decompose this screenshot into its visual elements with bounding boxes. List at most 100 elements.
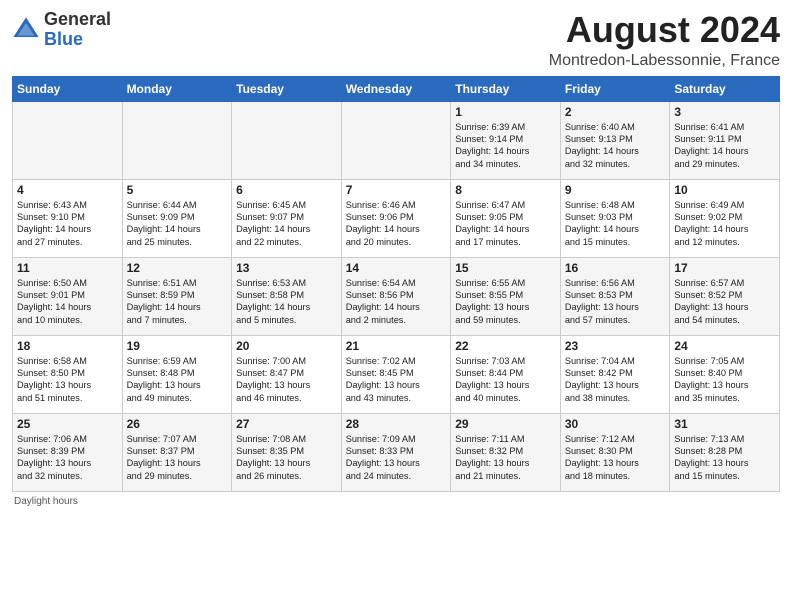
day-info: Sunrise: 7:06 AM Sunset: 8:39 PM Dayligh… bbox=[17, 433, 118, 483]
calendar-title: August 2024 bbox=[549, 10, 780, 50]
calendar-cell: 19 Sunrise: 6:59 AM Sunset: 8:48 PM Dayli… bbox=[122, 335, 232, 413]
calendar-week-4: 18Sunrise: 6:58 AM Sunset: 8:50 PM Dayli… bbox=[13, 335, 780, 413]
day-number: 3 bbox=[674, 105, 775, 119]
calendar-table: Sunday Monday Tuesday Wednesday Thursday… bbox=[12, 76, 780, 492]
calendar-cell bbox=[122, 101, 232, 179]
calendar-cell: 2 Sunrise: 6:40 AM Sunset: 9:13 PM Daylig… bbox=[560, 101, 670, 179]
calendar-cell: 25 Sunrise: 7:06 AM Sunset: 8:39 PM Dayli… bbox=[13, 413, 123, 491]
day-info: Sunrise: 6:46 AM Sunset: 9:06 PM Dayligh… bbox=[346, 199, 447, 249]
day-number: 9 bbox=[565, 183, 666, 197]
col-sunday: Sunday bbox=[13, 76, 123, 101]
col-wednesday: Wednesday bbox=[341, 76, 451, 101]
day-info: Sunrise: 6:56 AM Sunset: 8:53 PM Dayligh… bbox=[565, 277, 666, 327]
title-block: August 2024 Montredon-Labessonnie, Franc… bbox=[549, 10, 780, 70]
day-info: Sunrise: 7:12 AM Sunset: 8:30 PM Dayligh… bbox=[565, 433, 666, 483]
calendar-cell: 1Sunrise: 6:39 AM Sunset: 9:14 PM Daylig… bbox=[451, 101, 561, 179]
day-number: 29 bbox=[455, 417, 556, 431]
day-info: Sunrise: 7:02 AM Sunset: 8:45 PM Dayligh… bbox=[346, 355, 447, 405]
calendar-cell bbox=[13, 101, 123, 179]
day-info: Sunrise: 7:13 AM Sunset: 8:28 PM Dayligh… bbox=[674, 433, 775, 483]
day-info: Sunrise: 6:58 AM Sunset: 8:50 PM Dayligh… bbox=[17, 355, 118, 405]
calendar-cell: 23 Sunrise: 7:04 AM Sunset: 8:42 PM Dayli… bbox=[560, 335, 670, 413]
day-number: 11 bbox=[17, 261, 118, 275]
logo-blue-text: Blue bbox=[44, 29, 83, 49]
day-number: 31 bbox=[674, 417, 775, 431]
day-info: Sunrise: 6:59 AM Sunset: 8:48 PM Dayligh… bbox=[127, 355, 228, 405]
calendar-cell: 28 Sunrise: 7:09 AM Sunset: 8:33 PM Dayli… bbox=[341, 413, 451, 491]
calendar-week-2: 4 Sunrise: 6:43 AM Sunset: 9:10 PM Daylig… bbox=[13, 179, 780, 257]
footer-note: Daylight hours bbox=[12, 496, 780, 507]
day-info: Sunrise: 7:11 AM Sunset: 8:32 PM Dayligh… bbox=[455, 433, 556, 483]
calendar-cell: 24Sunrise: 7:05 AM Sunset: 8:40 PM Dayli… bbox=[670, 335, 780, 413]
calendar-cell: 12 Sunrise: 6:51 AM Sunset: 8:59 PM Dayli… bbox=[122, 257, 232, 335]
col-saturday: Saturday bbox=[670, 76, 780, 101]
calendar-cell: 17Sunrise: 6:57 AM Sunset: 8:52 PM Dayli… bbox=[670, 257, 780, 335]
day-number: 28 bbox=[346, 417, 447, 431]
calendar-header-row: Sunday Monday Tuesday Wednesday Thursday… bbox=[13, 76, 780, 101]
day-info: Sunrise: 6:51 AM Sunset: 8:59 PM Dayligh… bbox=[127, 277, 228, 327]
day-info: Sunrise: 6:45 AM Sunset: 9:07 PM Dayligh… bbox=[236, 199, 337, 249]
day-info: Sunrise: 7:09 AM Sunset: 8:33 PM Dayligh… bbox=[346, 433, 447, 483]
col-thursday: Thursday bbox=[451, 76, 561, 101]
day-info: Sunrise: 6:40 AM Sunset: 9:13 PM Dayligh… bbox=[565, 121, 666, 171]
col-tuesday: Tuesday bbox=[232, 76, 342, 101]
col-friday: Friday bbox=[560, 76, 670, 101]
logo-general: General bbox=[44, 9, 111, 29]
day-info: Sunrise: 6:49 AM Sunset: 9:02 PM Dayligh… bbox=[674, 199, 775, 249]
day-info: Sunrise: 6:44 AM Sunset: 9:09 PM Dayligh… bbox=[127, 199, 228, 249]
day-info: Sunrise: 6:50 AM Sunset: 9:01 PM Dayligh… bbox=[17, 277, 118, 327]
day-number: 6 bbox=[236, 183, 337, 197]
calendar-cell: 29 Sunrise: 7:11 AM Sunset: 8:32 PM Dayli… bbox=[451, 413, 561, 491]
calendar-cell bbox=[341, 101, 451, 179]
day-number: 22 bbox=[455, 339, 556, 353]
calendar-cell: 16Sunrise: 6:56 AM Sunset: 8:53 PM Dayli… bbox=[560, 257, 670, 335]
day-info: Sunrise: 6:43 AM Sunset: 9:10 PM Dayligh… bbox=[17, 199, 118, 249]
day-number: 14 bbox=[346, 261, 447, 275]
day-number: 26 bbox=[127, 417, 228, 431]
calendar-week-3: 11 Sunrise: 6:50 AM Sunset: 9:01 PM Dayli… bbox=[13, 257, 780, 335]
day-info: Sunrise: 7:00 AM Sunset: 8:47 PM Dayligh… bbox=[236, 355, 337, 405]
calendar-subtitle: Montredon-Labessonnie, France bbox=[549, 52, 780, 70]
day-number: 20 bbox=[236, 339, 337, 353]
logo-text: General Blue bbox=[44, 10, 111, 50]
day-number: 21 bbox=[346, 339, 447, 353]
day-info: Sunrise: 6:47 AM Sunset: 9:05 PM Dayligh… bbox=[455, 199, 556, 249]
calendar-cell: 18Sunrise: 6:58 AM Sunset: 8:50 PM Dayli… bbox=[13, 335, 123, 413]
day-number: 2 bbox=[565, 105, 666, 119]
calendar-cell: 22 Sunrise: 7:03 AM Sunset: 8:44 PM Dayli… bbox=[451, 335, 561, 413]
day-info: Sunrise: 7:05 AM Sunset: 8:40 PM Dayligh… bbox=[674, 355, 775, 405]
day-number: 12 bbox=[127, 261, 228, 275]
logo-icon bbox=[12, 16, 40, 44]
day-info: Sunrise: 6:48 AM Sunset: 9:03 PM Dayligh… bbox=[565, 199, 666, 249]
calendar-cell: 21 Sunrise: 7:02 AM Sunset: 8:45 PM Dayli… bbox=[341, 335, 451, 413]
day-number: 30 bbox=[565, 417, 666, 431]
day-number: 23 bbox=[565, 339, 666, 353]
day-info: Sunrise: 6:55 AM Sunset: 8:55 PM Dayligh… bbox=[455, 277, 556, 327]
day-number: 27 bbox=[236, 417, 337, 431]
page-container: General Blue August 2024 Montredon-Labes… bbox=[0, 0, 792, 515]
day-number: 19 bbox=[127, 339, 228, 353]
day-info: Sunrise: 6:39 AM Sunset: 9:14 PM Dayligh… bbox=[455, 121, 556, 171]
day-number: 10 bbox=[674, 183, 775, 197]
day-info: Sunrise: 7:08 AM Sunset: 8:35 PM Dayligh… bbox=[236, 433, 337, 483]
calendar-cell: 7 Sunrise: 6:46 AM Sunset: 9:06 PM Daylig… bbox=[341, 179, 451, 257]
calendar-week-5: 25 Sunrise: 7:06 AM Sunset: 8:39 PM Dayli… bbox=[13, 413, 780, 491]
calendar-cell: 11 Sunrise: 6:50 AM Sunset: 9:01 PM Dayli… bbox=[13, 257, 123, 335]
calendar-cell: 5 Sunrise: 6:44 AM Sunset: 9:09 PM Daylig… bbox=[122, 179, 232, 257]
calendar-cell: 20 Sunrise: 7:00 AM Sunset: 8:47 PM Dayli… bbox=[232, 335, 342, 413]
calendar-cell: 10 Sunrise: 6:49 AM Sunset: 9:02 PM Dayli… bbox=[670, 179, 780, 257]
day-number: 25 bbox=[17, 417, 118, 431]
day-number: 5 bbox=[127, 183, 228, 197]
day-number: 4 bbox=[17, 183, 118, 197]
calendar-cell: 31 Sunrise: 7:13 AM Sunset: 8:28 PM Dayli… bbox=[670, 413, 780, 491]
calendar-week-1: 1Sunrise: 6:39 AM Sunset: 9:14 PM Daylig… bbox=[13, 101, 780, 179]
day-number: 7 bbox=[346, 183, 447, 197]
calendar-cell: 6 Sunrise: 6:45 AM Sunset: 9:07 PM Daylig… bbox=[232, 179, 342, 257]
calendar-cell: 27 Sunrise: 7:08 AM Sunset: 8:35 PM Dayli… bbox=[232, 413, 342, 491]
day-info: Sunrise: 7:03 AM Sunset: 8:44 PM Dayligh… bbox=[455, 355, 556, 405]
calendar-cell: 15Sunrise: 6:55 AM Sunset: 8:55 PM Dayli… bbox=[451, 257, 561, 335]
day-info: Sunrise: 6:53 AM Sunset: 8:58 PM Dayligh… bbox=[236, 277, 337, 327]
calendar-cell: 3Sunrise: 6:41 AM Sunset: 9:11 PM Daylig… bbox=[670, 101, 780, 179]
logo: General Blue bbox=[12, 10, 111, 50]
day-info: Sunrise: 7:04 AM Sunset: 8:42 PM Dayligh… bbox=[565, 355, 666, 405]
